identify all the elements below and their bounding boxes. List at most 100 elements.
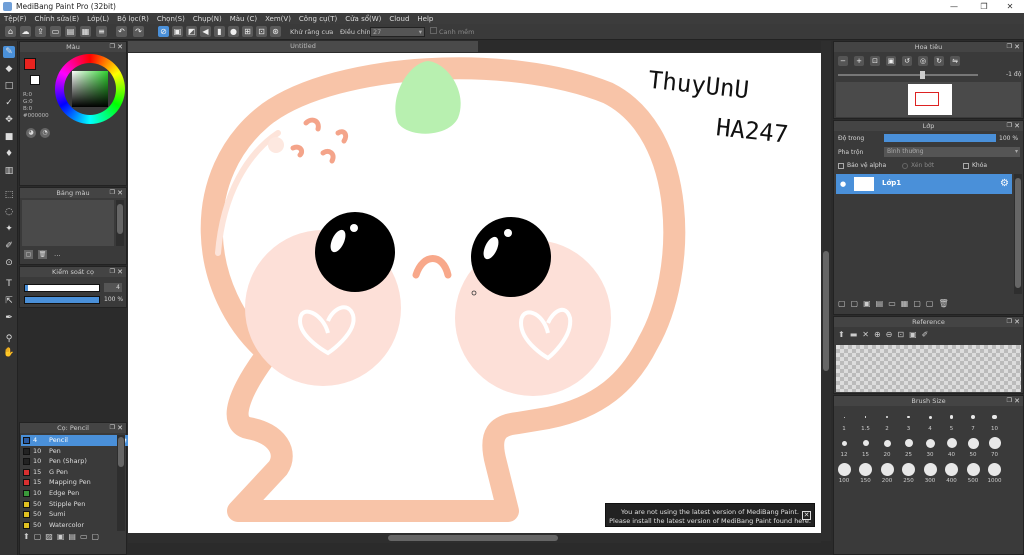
select-none-icon[interactable]: ⊘ [158, 26, 169, 37]
rect-tool-icon[interactable]: □ [3, 80, 15, 92]
brush-item[interactable]: #22222210 Pen [21, 446, 129, 457]
minimize-button[interactable]: — [940, 0, 968, 13]
edge-checkbox[interactable] [430, 27, 437, 34]
new-palette-icon[interactable]: ▢ [24, 250, 33, 259]
dock-icon[interactable]: ❐ [1007, 317, 1012, 327]
palette-scrollbar[interactable] [116, 200, 124, 246]
close-icon[interactable]: ✕ [117, 188, 123, 198]
bucket-tool-icon[interactable]: ♦ [3, 148, 15, 160]
layer-opacity-slider[interactable] [884, 134, 996, 142]
brush-tool-icon[interactable]: ✎ [3, 46, 15, 58]
brush-size-slider[interactable] [24, 284, 100, 292]
brush-item[interactable]: #e0c02050 Watercolor [21, 520, 129, 531]
file-icon[interactable]: ▤ [65, 26, 76, 37]
fill-rect-tool-icon[interactable]: ■ [3, 131, 15, 143]
menu-help[interactable]: Help [413, 15, 437, 23]
horizontal-scrollbar[interactable] [128, 533, 821, 543]
brush-size-dot[interactable] [837, 462, 851, 476]
protect-alpha-checkbox[interactable] [838, 163, 844, 169]
flip-icon[interactable]: ⇋ [950, 56, 960, 66]
rotate-left-icon[interactable]: ↺ [902, 56, 912, 66]
brush-size-dot[interactable] [864, 416, 867, 418]
brush-size-dot[interactable] [907, 415, 910, 419]
brush-size-dot[interactable] [843, 416, 845, 418]
color-mode-icon[interactable]: ◕ [26, 128, 36, 138]
home-icon[interactable]: ⌂ [5, 26, 16, 37]
select-tool-icon[interactable]: ⬚ [3, 189, 15, 201]
undo-icon[interactable]: ↶ [116, 26, 127, 37]
menu-filter[interactable]: Bộ lọc(R) [113, 15, 153, 23]
eraser-tool-icon[interactable]: ◆ [3, 63, 15, 75]
brush-size-value[interactable]: 4 [104, 283, 122, 292]
dock-icon[interactable]: ❐ [110, 423, 115, 433]
close-icon[interactable]: ✕ [117, 267, 123, 277]
rotate-reset-icon[interactable]: ◎ [918, 56, 928, 66]
close-window-button[interactable]: ✕ [996, 0, 1024, 13]
brush-item[interactable]: #e0c02050 Stipple Pen [21, 499, 129, 510]
close-icon[interactable]: ✕ [117, 423, 123, 433]
pen-tool-icon[interactable]: ✓ [3, 97, 15, 109]
fill-selection-icon[interactable]: ● [228, 26, 239, 37]
actual-size-icon[interactable]: ▣ [886, 56, 896, 66]
brush-size-dot[interactable] [923, 462, 937, 476]
lock-checkbox[interactable] [963, 163, 969, 169]
blend-select[interactable]: Bình thường ▾ [884, 147, 1020, 157]
grid-icon[interactable]: ▦ [80, 26, 91, 37]
menu-select[interactable]: Chọn(S) [153, 15, 189, 23]
dock-icon[interactable]: ❐ [1007, 396, 1012, 406]
brush-size-dot[interactable] [949, 415, 954, 419]
zoom-in-icon[interactable]: + [854, 56, 864, 66]
rotate-right-icon[interactable]: ↻ [934, 56, 944, 66]
select-eraser-tool-icon[interactable]: ⊙ [3, 257, 15, 269]
palette-more[interactable]: ... [54, 250, 61, 258]
menu-icon[interactable]: ≡ [96, 26, 107, 37]
brush-size-dot[interactable] [862, 440, 869, 446]
brush-opacity-slider[interactable] [24, 296, 100, 304]
reference-actions[interactable]: ⬆▬✕⊕⊖⊡▣✐ [838, 330, 933, 339]
lasso-tool-icon[interactable]: ◌ [3, 206, 15, 218]
dock-icon[interactable]: ❐ [1007, 42, 1012, 52]
text-tool-icon[interactable]: T [3, 278, 15, 290]
adjust-select[interactable]: 27 ▾ [370, 27, 425, 37]
dock-icon[interactable]: ❐ [110, 188, 115, 198]
brush-size-dot[interactable] [925, 438, 935, 448]
gradient-tool-icon[interactable]: ▥ [3, 165, 15, 177]
close-icon[interactable]: ✕ [117, 42, 123, 52]
brush-size-dot[interactable] [988, 437, 1001, 449]
brush-item[interactable]: #e0c02050 Sumi [21, 509, 129, 520]
hand-tool-icon[interactable]: ✋ [3, 347, 15, 359]
layer-settings-icon[interactable]: ⚙ [1000, 178, 1009, 189]
brush-size-dot[interactable] [886, 416, 888, 418]
move-tool-icon[interactable]: ✥ [3, 114, 15, 126]
navigator-preview[interactable] [836, 82, 1021, 117]
brush-size-dot[interactable] [883, 439, 891, 447]
menu-window[interactable]: Cửa sổ(W) [341, 15, 385, 23]
dropper-tool-icon[interactable]: ⚲ [3, 333, 15, 345]
clipping-checkbox[interactable] [902, 163, 908, 169]
rotation-slider[interactable] [838, 71, 978, 79]
zoom-out-icon[interactable]: − [838, 56, 848, 66]
select-all-icon[interactable]: ▣ [172, 26, 183, 37]
layer-actions[interactable]: ▢▢▣▤▭▦▢▢🗑 [838, 299, 954, 308]
brush-size-dot[interactable] [967, 437, 979, 449]
menu-snap[interactable]: Chụp(N) [189, 15, 226, 23]
brush-size-dot[interactable] [966, 462, 980, 476]
brush-size-dot[interactable] [971, 415, 975, 419]
brush-size-dot[interactable] [945, 462, 958, 476]
brush-size-dot[interactable] [904, 439, 913, 447]
brush-size-dot[interactable] [988, 462, 1001, 476]
menu-edit[interactable]: Chỉnh sửa(E) [31, 15, 84, 23]
layer-row[interactable]: ● Lớp1 ⚙ [836, 174, 1012, 194]
brush-item[interactable]: #2a5aa04Pencil⚙ [21, 435, 129, 446]
expand-selection-icon[interactable]: ▮ [214, 26, 225, 37]
menu-tools[interactable]: Công cụ(T) [295, 15, 341, 23]
dock-icon[interactable]: ❐ [110, 42, 115, 52]
canvas[interactable]: ThuyUnU HA247 [128, 53, 821, 533]
fit-icon[interactable]: ⊡ [870, 56, 880, 66]
brush-item[interactable]: #d8303015 G Pen [21, 467, 129, 478]
brush-size-dot[interactable] [880, 462, 894, 476]
operation-tool-icon[interactable]: ⇱ [3, 295, 15, 307]
update-notice[interactable]: You are not using the latest version of … [605, 503, 815, 527]
brush-size-dot[interactable] [946, 438, 957, 448]
dock-icon[interactable]: ❐ [1007, 121, 1012, 131]
